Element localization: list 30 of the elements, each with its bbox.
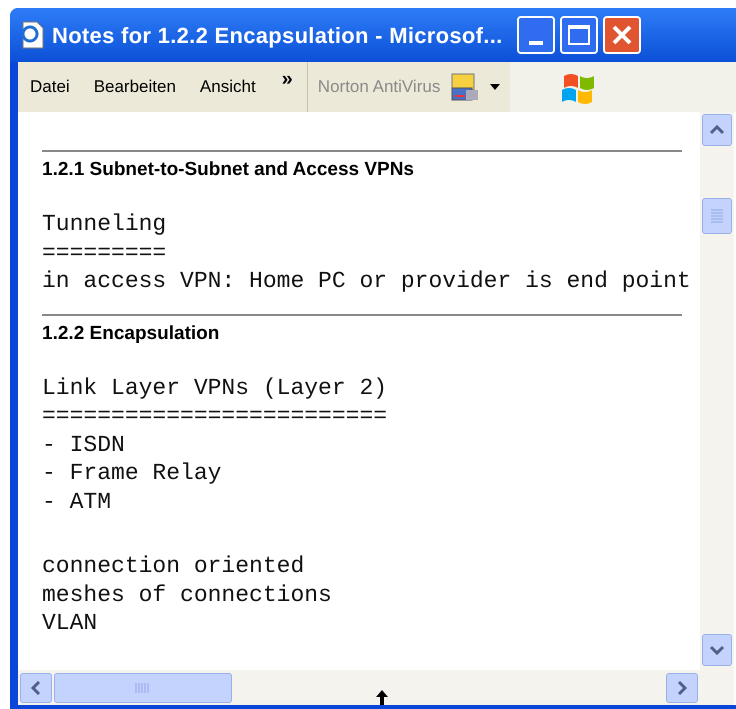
note-line: - ATM — [42, 488, 112, 516]
note-line: meshes of connections — [42, 580, 332, 609]
note-line: connection oriented — [42, 552, 304, 580]
note-line: - Frame Relay — [42, 459, 222, 488]
toolbar-overflow[interactable]: » — [268, 64, 307, 94]
horizontal-scrollbar[interactable] — [18, 670, 700, 705]
menu-item[interactable]: Ansicht — [188, 74, 268, 100]
browser-page-icon — [20, 21, 46, 49]
grip-icon — [135, 682, 151, 692]
maximize-button[interactable] — [560, 16, 598, 54]
note-line: ========= — [42, 238, 166, 267]
close-icon — [610, 24, 633, 46]
window-title: Notes for 1.2.2 Encapsulation - Microsof... — [52, 22, 503, 50]
minimize-button[interactable] — [516, 16, 555, 54]
shield-panel-icon[interactable] — [450, 72, 480, 102]
note-line: Link Layer VPNs (Layer 2) — [42, 374, 388, 402]
note-line: Tunneling — [42, 210, 166, 238]
section-heading: 1.2.2 Encapsulation — [42, 322, 220, 346]
close-button[interactable] — [602, 16, 641, 54]
vertical-scrollbar[interactable] — [700, 112, 734, 705]
note-line: ========================= — [42, 402, 388, 430]
dropdown-icon[interactable] — [490, 84, 500, 90]
menu-item[interactable]: Datei — [18, 74, 82, 100]
mouse-cursor-icon — [376, 690, 388, 705]
section-heading: 1.2.1 Subnet-to-Subnet and Access VPNs — [42, 158, 414, 182]
note-line: in access VPN: Home PC or provider is end point — [42, 267, 691, 296]
note-line: VLAN — [42, 609, 98, 638]
grip-icon — [711, 209, 723, 223]
note-line: - ISDN — [42, 430, 125, 459]
menu-item[interactable]: Bearbeiten — [82, 74, 188, 100]
